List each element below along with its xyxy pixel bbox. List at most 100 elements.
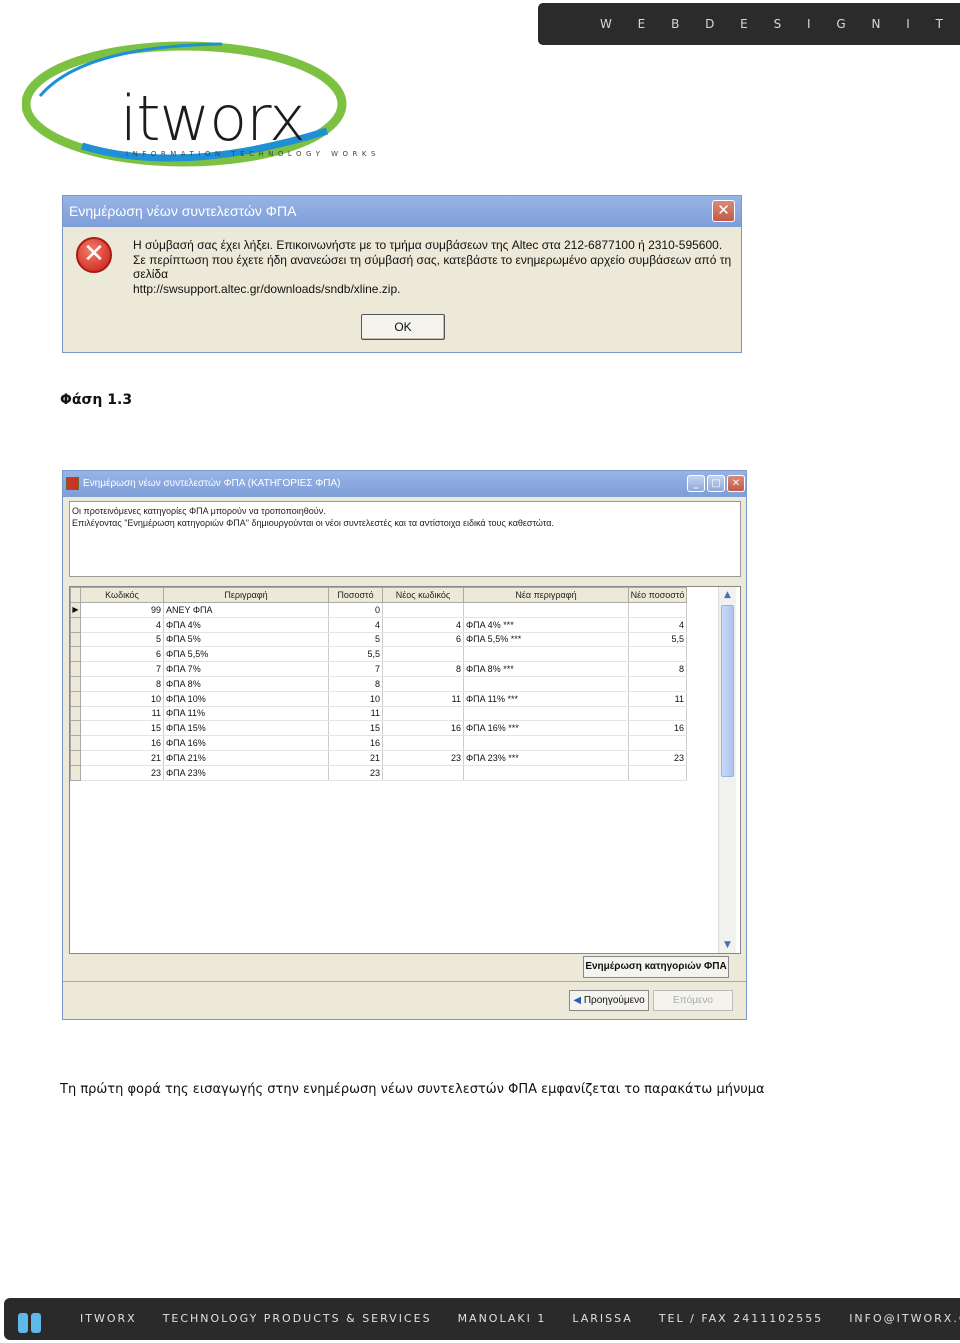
table-cell[interactable] <box>382 706 464 722</box>
table-cell[interactable]: 16 <box>382 720 464 737</box>
previous-button[interactable]: ◀ Προηγούμενο <box>569 990 649 1011</box>
row-selector[interactable] <box>70 616 81 633</box>
table-cell[interactable]: 99 <box>80 602 164 618</box>
table-cell[interactable]: 11 <box>382 691 464 707</box>
table-cell[interactable]: ΦΠΑ 23% <box>163 765 329 781</box>
table-cell[interactable] <box>628 646 687 663</box>
row-selector[interactable] <box>70 661 81 677</box>
column-header[interactable]: Κωδικός <box>80 587 164 603</box>
column-header[interactable]: Νέο ποσοστό <box>628 587 687 603</box>
table-cell[interactable]: 8 <box>328 676 383 692</box>
scroll-up-icon[interactable]: ▲ <box>721 589 734 602</box>
ok-button[interactable]: OK <box>361 314 445 340</box>
table-row[interactable]: 10 ΦΠΑ 10% 10 11 ΦΠΑ 11% *** 11 <box>70 690 687 707</box>
table-cell[interactable] <box>463 706 629 722</box>
table-cell[interactable]: 6 <box>80 646 164 663</box>
table-row[interactable]: 15 ΦΠΑ 15% 15 16 ΦΠΑ 16% *** 16 <box>70 720 687 737</box>
table-cell[interactable]: 7 <box>80 661 164 677</box>
table-cell[interactable]: 15 <box>328 720 383 737</box>
table-row[interactable]: 4 ΦΠΑ 4% 4 4 ΦΠΑ 4% *** 4 <box>70 616 687 633</box>
row-selector[interactable] <box>70 720 81 737</box>
table-cell[interactable] <box>382 602 464 618</box>
table-cell[interactable]: ΦΠΑ 4% <box>163 617 329 633</box>
row-selector[interactable] <box>70 705 81 722</box>
table-cell[interactable] <box>463 765 629 781</box>
table-cell[interactable]: 5,5 <box>328 646 383 663</box>
table-cell[interactable]: ΦΠΑ 16% <box>163 735 329 751</box>
row-selector[interactable] <box>70 646 81 663</box>
table-cell[interactable]: ΦΠΑ 23% *** <box>463 750 629 766</box>
vat-grid[interactable]: Κωδικός Περιγραφή Ποσοστό Νέος κωδικός Ν… <box>69 586 741 954</box>
table-cell[interactable]: 5 <box>328 632 383 648</box>
table-cell[interactable]: 11 <box>328 706 383 722</box>
table-cell[interactable] <box>463 676 629 692</box>
table-cell[interactable]: 5,5 <box>628 632 687 648</box>
table-cell[interactable]: 16 <box>80 735 164 751</box>
next-button[interactable]: Επόμενο <box>653 990 733 1011</box>
scroll-thumb[interactable] <box>721 605 734 777</box>
scroll-down-icon[interactable]: ▼ <box>721 939 734 952</box>
row-selector[interactable] <box>70 764 81 781</box>
table-cell[interactable]: 16 <box>328 735 383 751</box>
minimize-icon[interactable]: _ <box>687 475 705 492</box>
table-cell[interactable]: 11 <box>80 706 164 722</box>
table-cell[interactable]: ΦΠΑ 10% <box>163 691 329 707</box>
table-cell[interactable]: ΦΠΑ 8% <box>163 676 329 692</box>
table-row[interactable]: 5 ΦΠΑ 5% 5 6 ΦΠΑ 5,5% *** 5,5 <box>70 631 687 648</box>
table-cell[interactable]: 6 <box>382 632 464 648</box>
table-cell[interactable] <box>382 765 464 781</box>
table-row[interactable]: 16 ΦΠΑ 16% 16 <box>70 735 687 751</box>
table-cell[interactable]: 4 <box>80 617 164 633</box>
table-cell[interactable]: 10 <box>80 691 164 707</box>
close-icon[interactable]: ✕ <box>712 200 735 222</box>
table-cell[interactable]: ΦΠΑ 7% <box>163 661 329 677</box>
table-cell[interactable]: 10 <box>328 691 383 707</box>
row-selector[interactable] <box>70 749 81 766</box>
table-cell[interactable]: 21 <box>80 750 164 766</box>
table-cell[interactable]: ΦΠΑ 11% <box>163 706 329 722</box>
table-row[interactable]: 11 ΦΠΑ 11% 11 <box>70 705 687 722</box>
table-cell[interactable] <box>628 735 687 751</box>
table-cell[interactable]: 4 <box>628 617 687 633</box>
table-cell[interactable]: 23 <box>328 765 383 781</box>
table-cell[interactable]: 0 <box>328 602 383 618</box>
table-cell[interactable]: 16 <box>628 720 687 737</box>
row-selector[interactable] <box>70 631 81 648</box>
table-cell[interactable]: ΦΠΑ 16% *** <box>463 720 629 737</box>
table-cell[interactable] <box>628 676 687 692</box>
table-cell[interactable] <box>463 735 629 751</box>
maximize-icon[interactable]: □ <box>707 475 725 492</box>
table-cell[interactable]: 8 <box>628 661 687 677</box>
table-cell[interactable]: 23 <box>628 750 687 766</box>
table-cell[interactable]: 4 <box>328 617 383 633</box>
vertical-scrollbar[interactable]: ▲ ▼ <box>718 587 736 953</box>
update-categories-button[interactable]: Ενημέρωση κατηγοριών ΦΠΑ <box>583 956 729 978</box>
table-cell[interactable]: ΦΠΑ 15% <box>163 720 329 737</box>
table-cell[interactable] <box>382 735 464 751</box>
table-row[interactable]: 8 ΦΠΑ 8% 8 <box>70 675 687 692</box>
table-cell[interactable] <box>628 765 687 781</box>
column-header[interactable]: Νέος κωδικός <box>382 587 464 603</box>
row-selector[interactable] <box>70 690 81 707</box>
table-row[interactable]: 23 ΦΠΑ 23% 23 <box>70 764 687 781</box>
close-icon[interactable]: ✕ <box>727 475 745 492</box>
table-cell[interactable]: ΦΠΑ 5,5% *** <box>463 632 629 648</box>
table-cell[interactable] <box>382 646 464 663</box>
column-header[interactable]: Νέα περιγραφή <box>463 587 629 603</box>
table-cell[interactable] <box>628 706 687 722</box>
table-cell[interactable]: 5 <box>80 632 164 648</box>
table-cell[interactable] <box>463 646 629 663</box>
table-cell[interactable]: ΦΠΑ 8% *** <box>463 661 629 677</box>
table-cell[interactable]: 11 <box>628 691 687 707</box>
table-row[interactable]: 21 ΦΠΑ 21% 21 23 ΦΠΑ 23% *** 23 <box>70 749 687 766</box>
table-cell[interactable]: 23 <box>80 765 164 781</box>
row-selector[interactable]: ▶ <box>70 602 81 618</box>
table-cell[interactable]: 23 <box>382 750 464 766</box>
table-row[interactable]: ▶ 99 ΑΝΕΥ ΦΠΑ 0 <box>70 602 687 618</box>
row-selector[interactable] <box>70 735 81 751</box>
table-cell[interactable] <box>463 602 629 618</box>
table-cell[interactable]: 15 <box>80 720 164 737</box>
column-header[interactable]: Ποσοστό <box>328 587 383 603</box>
table-cell[interactable]: ΑΝΕΥ ΦΠΑ <box>163 602 329 618</box>
table-row[interactable]: 6 ΦΠΑ 5,5% 5,5 <box>70 646 687 663</box>
